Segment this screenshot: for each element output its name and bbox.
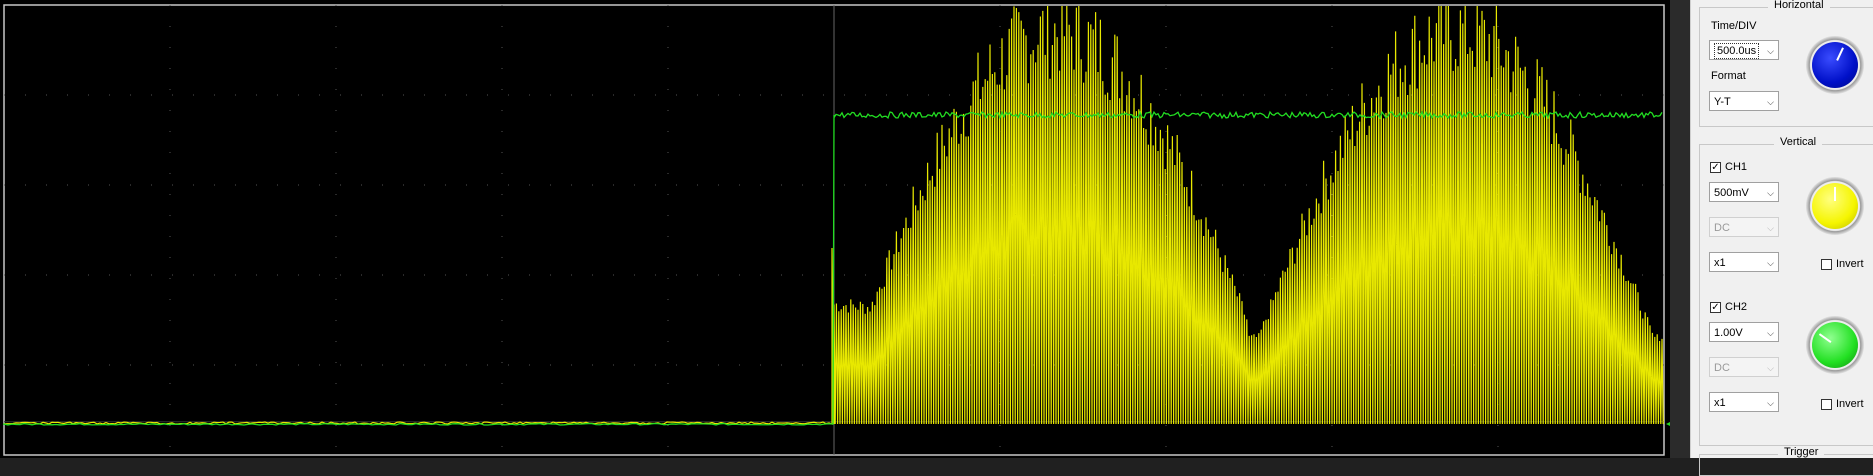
ch2-coupling-select: DC ⌵ bbox=[1709, 357, 1779, 377]
ch1-volts-knob[interactable] bbox=[1806, 177, 1864, 235]
chevron-down-icon: ⌵ bbox=[1767, 323, 1774, 343]
chevron-down-icon: ⌵ bbox=[1767, 92, 1774, 112]
ch1-volts-value: 500mV bbox=[1714, 183, 1749, 203]
chevron-down-icon: ⌵ bbox=[1767, 358, 1774, 378]
ch1-label: CH1 bbox=[1725, 161, 1747, 173]
scope-panel-divider bbox=[1670, 0, 1690, 458]
timediv-value: 500.0us bbox=[1714, 43, 1759, 59]
ch1-probe-select[interactable]: x1 ⌵ bbox=[1709, 252, 1779, 272]
trigger-title: Trigger bbox=[1778, 446, 1824, 458]
horizontal-title: Horizontal bbox=[1768, 0, 1830, 11]
ch2-volts-knob[interactable] bbox=[1806, 316, 1864, 374]
knob-pointer-icon bbox=[1834, 187, 1836, 201]
ch2-volts-value: 1.00V bbox=[1714, 323, 1743, 343]
knob-face bbox=[1812, 42, 1858, 88]
ch1-coupling-value: DC bbox=[1714, 218, 1730, 238]
ch1-invert-checkbox[interactable] bbox=[1821, 259, 1832, 270]
ch1-volts-select[interactable]: 500mV ⌵ bbox=[1709, 182, 1779, 202]
ch2-invert-label: Invert bbox=[1836, 398, 1864, 410]
scope-screen[interactable]: T bbox=[0, 0, 1670, 458]
chevron-down-icon: ⌵ bbox=[1767, 218, 1774, 238]
control-panel: Horizontal Time/DIV 500.0us ⌵ Format Y-T… bbox=[1690, 0, 1873, 458]
format-value: Y-T bbox=[1714, 92, 1731, 112]
timediv-label: Time/DIV bbox=[1711, 20, 1756, 32]
chevron-down-icon: ⌵ bbox=[1767, 41, 1774, 61]
ch2-probe-select[interactable]: x1 ⌵ bbox=[1709, 392, 1779, 412]
chevron-down-icon: ⌵ bbox=[1767, 393, 1774, 413]
ch2-checkbox[interactable]: ✓ bbox=[1710, 302, 1721, 313]
vertical-title: Vertical bbox=[1774, 136, 1822, 148]
ch2-label: CH2 bbox=[1725, 301, 1747, 313]
knob-face bbox=[1812, 322, 1858, 368]
format-select[interactable]: Y-T ⌵ bbox=[1709, 91, 1779, 111]
chevron-down-icon: ⌵ bbox=[1767, 253, 1774, 273]
ch1-invert-label: Invert bbox=[1836, 258, 1864, 270]
ch2-coupling-value: DC bbox=[1714, 358, 1730, 378]
format-label: Format bbox=[1711, 70, 1746, 82]
ch1-probe-value: x1 bbox=[1714, 253, 1726, 273]
ch2-volts-select[interactable]: 1.00V ⌵ bbox=[1709, 322, 1779, 342]
ch2-probe-value: x1 bbox=[1714, 393, 1726, 413]
ch1-coupling-select: DC ⌵ bbox=[1709, 217, 1779, 237]
chevron-down-icon: ⌵ bbox=[1767, 183, 1774, 203]
waveform-display: T bbox=[0, 0, 1670, 458]
ch2-invert-checkbox[interactable] bbox=[1821, 399, 1832, 410]
trigger-group: Trigger bbox=[1699, 454, 1873, 476]
ch1-checkbox[interactable]: ✓ bbox=[1710, 162, 1721, 173]
timediv-select[interactable]: 500.0us ⌵ bbox=[1709, 40, 1779, 60]
timebase-knob[interactable] bbox=[1806, 36, 1864, 94]
